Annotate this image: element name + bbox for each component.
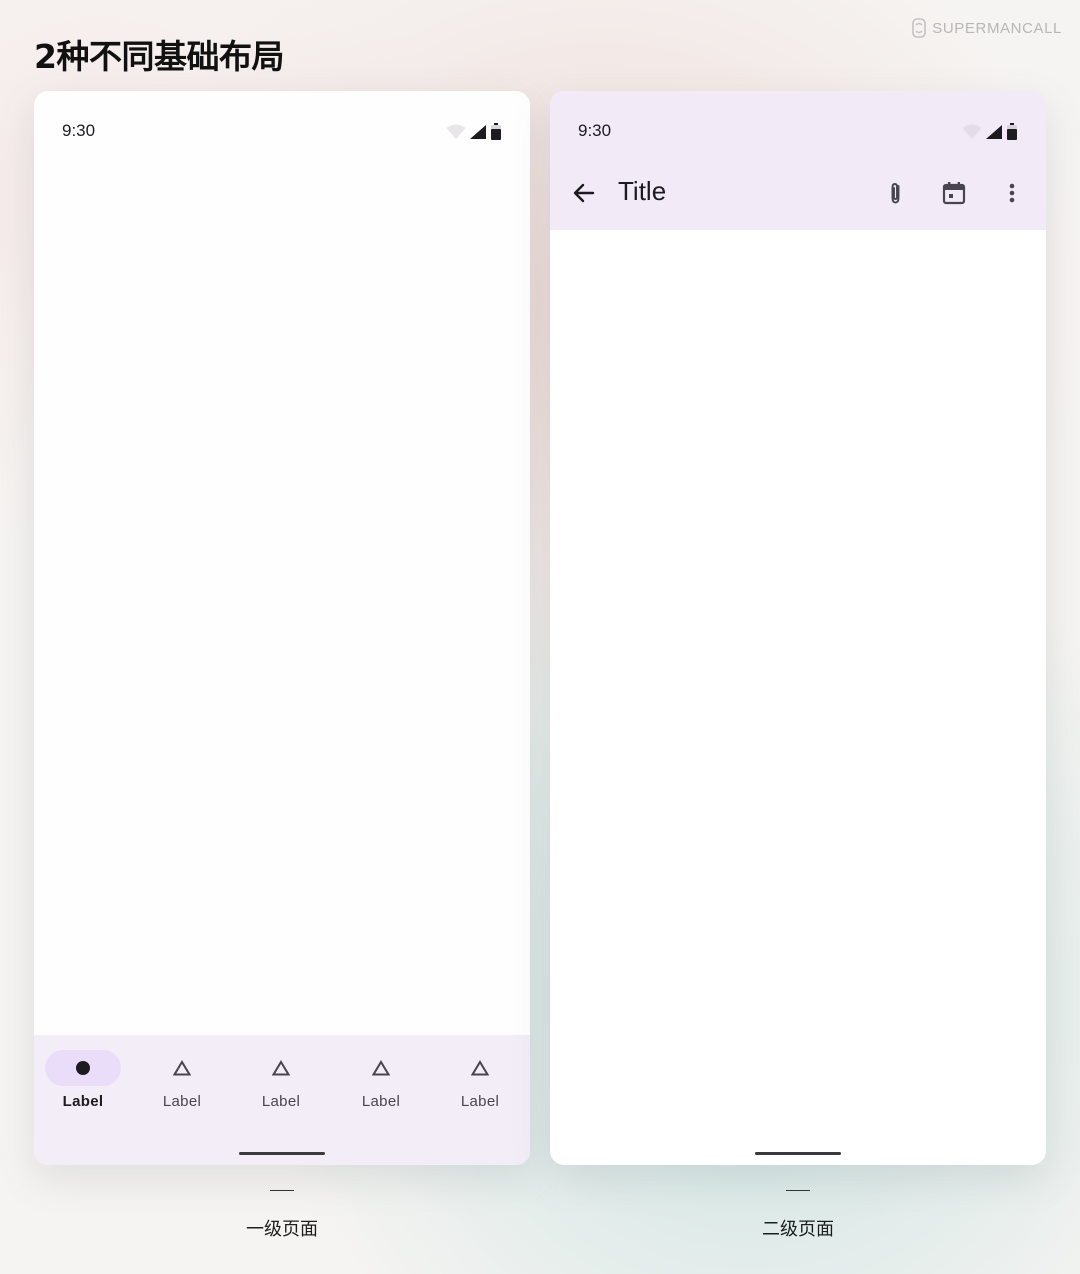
signal-icon [470,124,486,139]
status-icons [962,123,1018,140]
nav-item-1[interactable]: Label [38,1050,128,1110]
status-icons [446,123,502,140]
status-bar: 9:30 [550,91,1046,167]
status-bar: 9:30 [34,91,530,167]
nav-item-4[interactable]: Label [336,1050,426,1110]
nav-label: Label [361,1093,401,1110]
status-time: 9:30 [578,121,612,140]
brand: SUPERMANCALL [912,18,1062,38]
signal-icon [986,124,1002,139]
nav-item-5[interactable]: Label [435,1050,525,1110]
nav-active-indicator [45,1050,121,1086]
nav-label: Label [261,1093,301,1110]
nav-label: Label [62,1093,104,1110]
triangle-icon [372,1060,390,1076]
phone-primary-page: 9:30 Label Label Label Label Label [34,91,530,1165]
triangle-icon [173,1060,191,1076]
nav-label: Label [460,1093,500,1110]
navigation-bar: Label Label Label Label Label [34,1035,530,1165]
triangle-icon [471,1060,489,1076]
battery-icon [1007,123,1017,140]
app-bar-title: Title [618,176,667,206]
calendar-icon[interactable] [940,179,968,207]
home-indicator[interactable] [755,1152,841,1155]
battery-icon [491,123,501,140]
caption-divider [270,1190,294,1191]
dot-icon [76,1061,90,1075]
phone-secondary-page: 9:30 Title [550,91,1046,1165]
caption-text: 二级页面 [762,1219,834,1240]
nav-item-2[interactable]: Label [137,1050,227,1110]
brand-name: SUPERMANCALL [932,19,1062,37]
nav-label: Label [162,1093,202,1110]
caption-primary: 一级页面 [182,1190,382,1241]
wifi-icon [962,124,982,139]
page-title: 2种不同基础布局 [34,37,284,76]
caption-text: 一级页面 [246,1219,318,1240]
arrow-back-icon[interactable] [570,179,598,207]
caption-secondary: 二级页面 [698,1190,898,1241]
more-vert-icon[interactable] [998,179,1026,207]
home-indicator[interactable] [239,1152,325,1155]
brand-logo-icon [912,18,927,38]
attach-icon[interactable] [882,179,910,207]
wifi-icon [446,124,466,139]
nav-item-3[interactable]: Label [236,1050,326,1110]
caption-divider [786,1190,810,1191]
triangle-icon [272,1060,290,1076]
top-app-bar: Title [550,167,1046,230]
status-time: 9:30 [62,121,96,140]
